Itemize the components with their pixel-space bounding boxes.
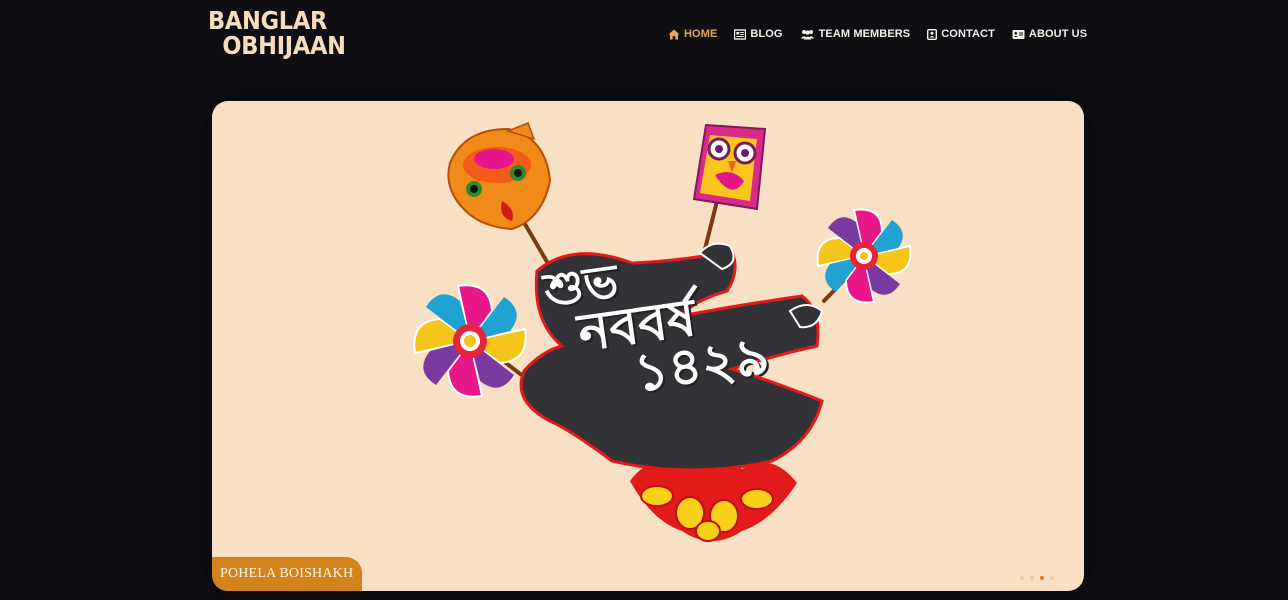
slider-dot-1[interactable] [1020,576,1024,580]
nav-team-members-label: TEAM MEMBERS [818,28,911,40]
pinwheel-left-icon [413,284,527,398]
logo-line-2: OBHIJAAN [222,31,346,60]
slider-dot-4[interactable] [1050,576,1054,580]
slider-dot-2[interactable] [1030,576,1034,580]
about-icon [1012,29,1025,39]
nav-blog-label: BLOG [750,28,783,40]
nav-home-label: HOME [684,28,718,40]
site-logo[interactable]: BANGLAR OBHIJAAN [208,8,346,58]
home-icon [668,29,680,39]
team-icon [800,29,814,39]
tiger-mask-icon [447,122,552,231]
nav-team-members[interactable]: TEAM MEMBERS [800,28,911,40]
nav-home[interactable]: HOME [668,28,717,40]
owl-kite-icon [692,123,767,211]
pinwheel-right-icon [816,208,912,304]
nav-about-us-label: ABOUT US [1028,28,1088,40]
slider-dot-3[interactable] [1040,576,1044,580]
nav-about-us[interactable]: ABOUT US [1012,28,1087,40]
nav-blog[interactable]: BLOG [734,28,782,40]
blog-icon [734,28,747,40]
contact-icon [927,28,938,40]
nav-contact[interactable]: CONTACT [927,28,995,40]
hero-heading: শুভ নববর্ষ ১৪২৯ [541,237,773,409]
hero-slider[interactable]: শুভ নববর্ষ ১৪২৯ POHELA BOISHAKH [212,101,1084,591]
main-nav: HOME BLOG TEAM MEMBERS CONTACT ABOUT US [668,26,1104,42]
slide-caption: POHELA BOISHAKH [212,557,363,591]
nav-contact-label: CONTACT [941,28,995,40]
slider-pagination [1014,576,1054,580]
